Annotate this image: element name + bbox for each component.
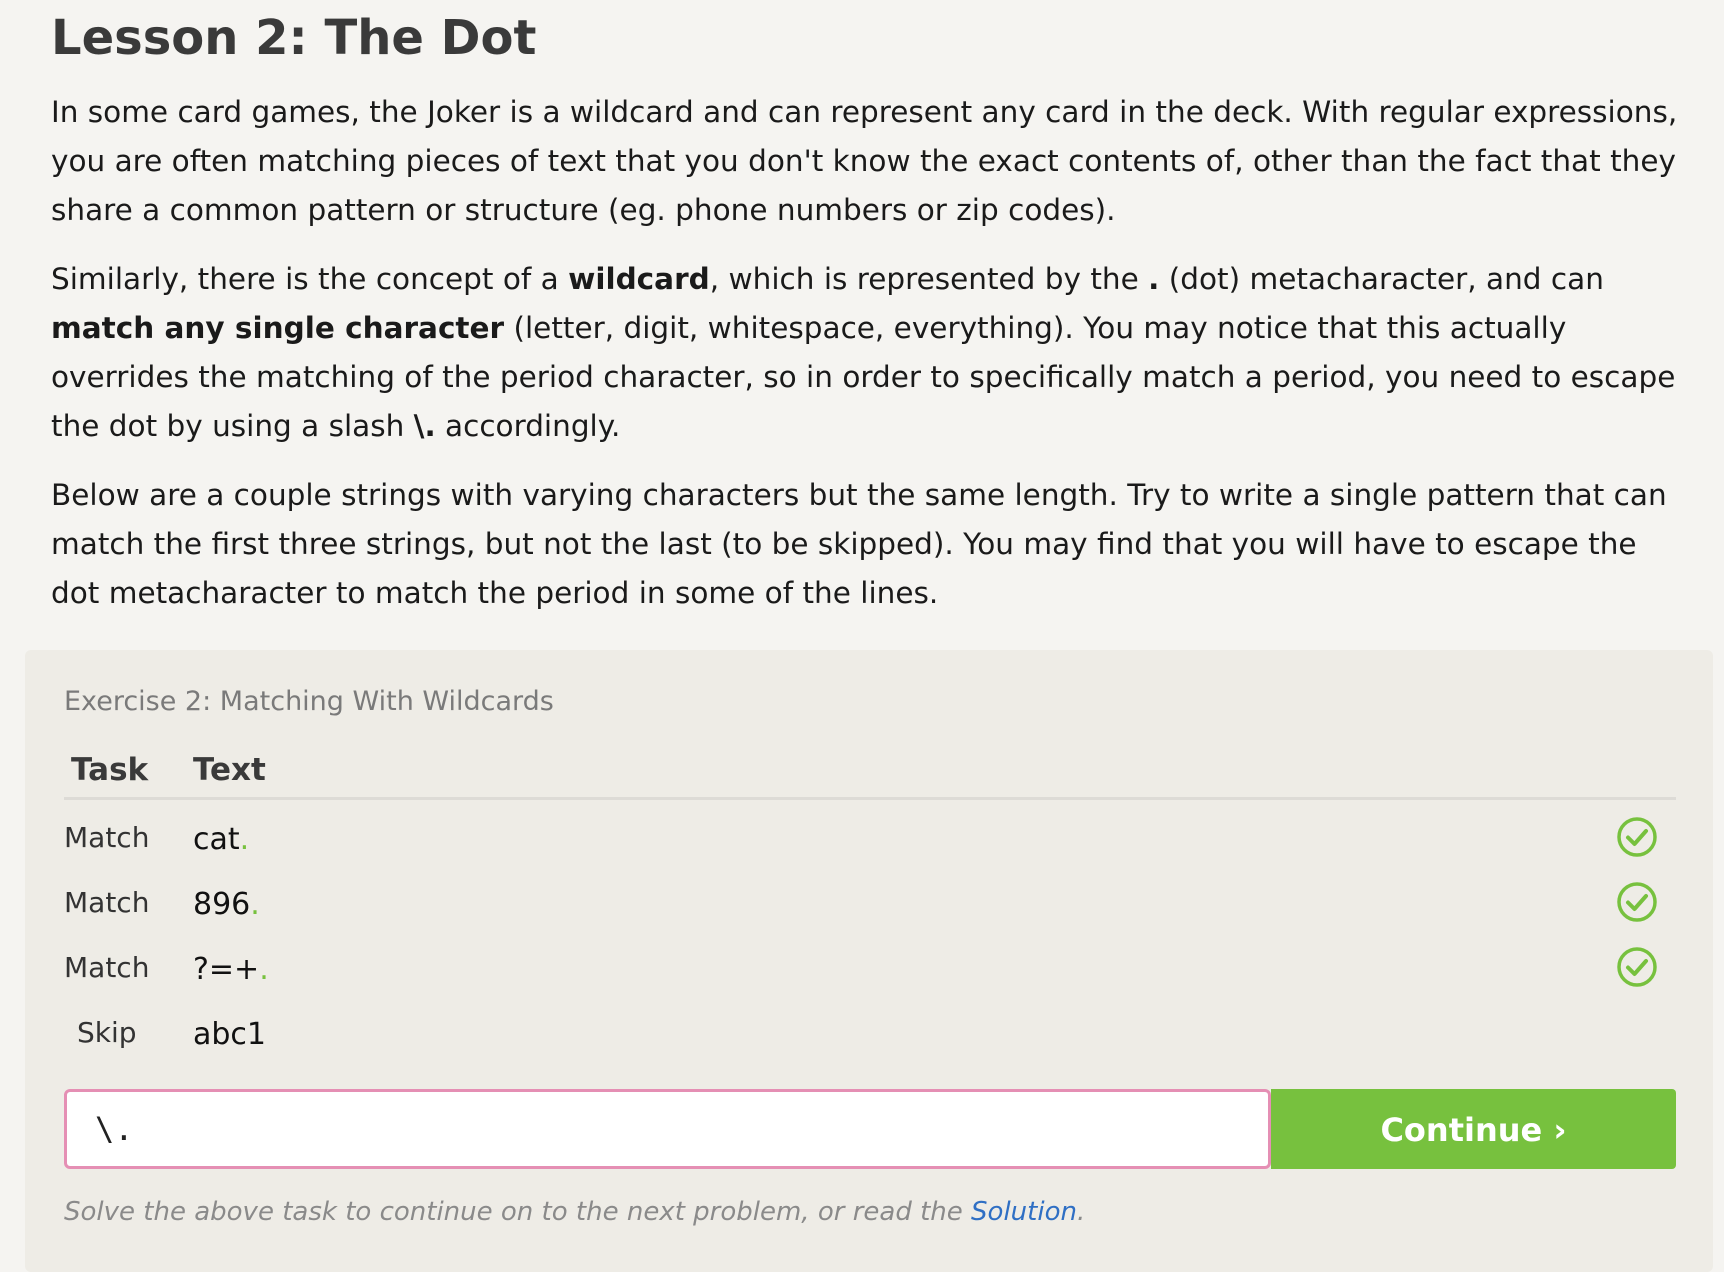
- table-row: Match ?=+.: [25, 942, 1713, 1002]
- row-text-match-highlight: .: [250, 887, 260, 922]
- header-divider: [64, 797, 1676, 800]
- p2-match-any-term: match any single character: [51, 311, 505, 345]
- row-task-label: Skip: [77, 1016, 137, 1049]
- check-circle-icon: [1617, 882, 1657, 922]
- lesson-paragraph-2: Similarly, there is the concept of a wil…: [51, 255, 1691, 451]
- check-circle-icon: [1617, 947, 1657, 987]
- check-circle-icon: [1617, 817, 1657, 857]
- lesson-title: Lesson 2: The Dot: [51, 10, 537, 66]
- p2-text-e: (dot) metacharacter, and can: [1159, 262, 1604, 296]
- row-text: ?=+.: [193, 948, 269, 992]
- hint-text: Solve the above task to continue on to t…: [64, 1194, 1085, 1230]
- regex-input[interactable]: [67, 1092, 1268, 1166]
- exercise-panel: Exercise 2: Matching With Wildcards Task…: [25, 650, 1713, 1272]
- lesson-paragraph-3: Below are a couple strings with varying …: [51, 478, 1667, 610]
- row-text-match-highlight: .: [259, 952, 269, 987]
- p2-dot-symbol: .: [1148, 262, 1160, 296]
- solution-link[interactable]: Solution: [971, 1197, 1077, 1227]
- column-header-task: Task: [71, 752, 149, 788]
- row-task-label: Match: [64, 886, 150, 919]
- p2-wildcard-term: wildcard: [568, 262, 710, 296]
- lesson-content: In some card games, the Joker is a wildc…: [51, 88, 1691, 638]
- row-text-main: cat: [193, 822, 240, 857]
- row-task-label: Match: [64, 821, 150, 854]
- p2-text-c: , which is represented by the: [709, 262, 1149, 296]
- exercise-title: Exercise 2: Matching With Wildcards: [64, 686, 554, 717]
- page: Lesson 2: The Dot In some card games, th…: [0, 0, 1724, 1272]
- continue-button[interactable]: Continue ›: [1271, 1089, 1676, 1169]
- row-text-match-highlight: .: [239, 822, 250, 857]
- row-text-main: ?=+: [193, 952, 260, 987]
- column-header-text: Text: [193, 752, 266, 788]
- table-row: Match cat.: [25, 812, 1713, 872]
- row-text: 896.: [193, 883, 260, 927]
- hint-suffix: .: [1076, 1197, 1086, 1227]
- p2-text-a: Similarly, there is the concept of a: [51, 262, 569, 296]
- table-row: Skip abc1: [25, 1007, 1713, 1067]
- regex-input-wrapper: [64, 1089, 1271, 1169]
- p2-text-i: accordingly.: [435, 409, 621, 443]
- row-text-main: abc1: [193, 1017, 267, 1052]
- hint-prefix: Solve the above task to continue on to t…: [64, 1197, 972, 1227]
- row-task-label: Match: [64, 951, 150, 984]
- row-text: abc1: [193, 1013, 266, 1057]
- row-text: cat.: [193, 818, 249, 862]
- row-text-main: 896: [193, 887, 251, 922]
- p2-escaped-dot: \.: [413, 409, 436, 443]
- lesson-paragraph-1: In some card games, the Joker is a wildc…: [51, 95, 1678, 227]
- table-row: Match 896.: [25, 877, 1713, 937]
